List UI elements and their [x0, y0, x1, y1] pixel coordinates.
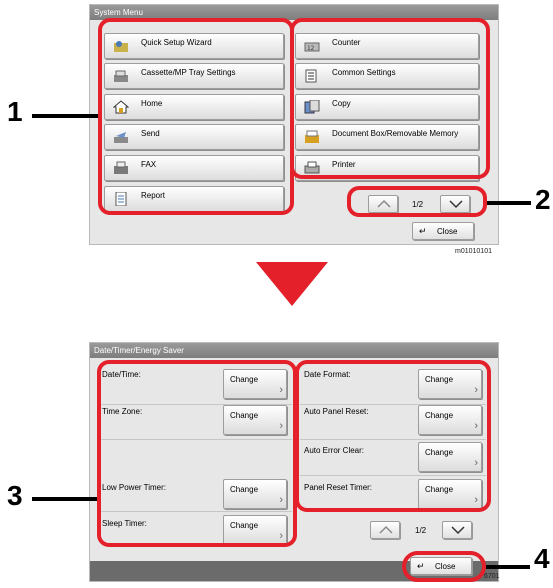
- highlight-group-2: [347, 186, 487, 217]
- figure-id: m01010101: [455, 248, 492, 255]
- callout-3: 3: [7, 480, 23, 511]
- page-down-button[interactable]: [442, 521, 472, 539]
- page-indicator: 1/2: [415, 526, 427, 535]
- callout-4: 4: [534, 543, 550, 574]
- callout-1-line: [32, 114, 98, 118]
- callout-3-line: [32, 497, 97, 501]
- highlight-group-3: [97, 360, 297, 547]
- return-icon: ↵: [419, 226, 427, 236]
- callout-2-line: [487, 201, 531, 205]
- callout-1: 1: [7, 96, 23, 127]
- highlight-group-4: [402, 551, 486, 582]
- highlight-group-right-bottom: [295, 360, 491, 512]
- highlight-group-right-top: [290, 18, 490, 179]
- down-arrow-icon: [256, 262, 328, 306]
- panel-title: Date/Timer/Energy Saver: [90, 343, 498, 358]
- page-up-button[interactable]: [370, 521, 400, 539]
- highlight-group-1: [98, 18, 294, 215]
- close-button[interactable]: ↵ Close: [412, 222, 474, 240]
- callout-2: 2: [535, 184, 551, 215]
- callout-4-line: [486, 565, 530, 569]
- figure-id: 6701: [484, 573, 500, 580]
